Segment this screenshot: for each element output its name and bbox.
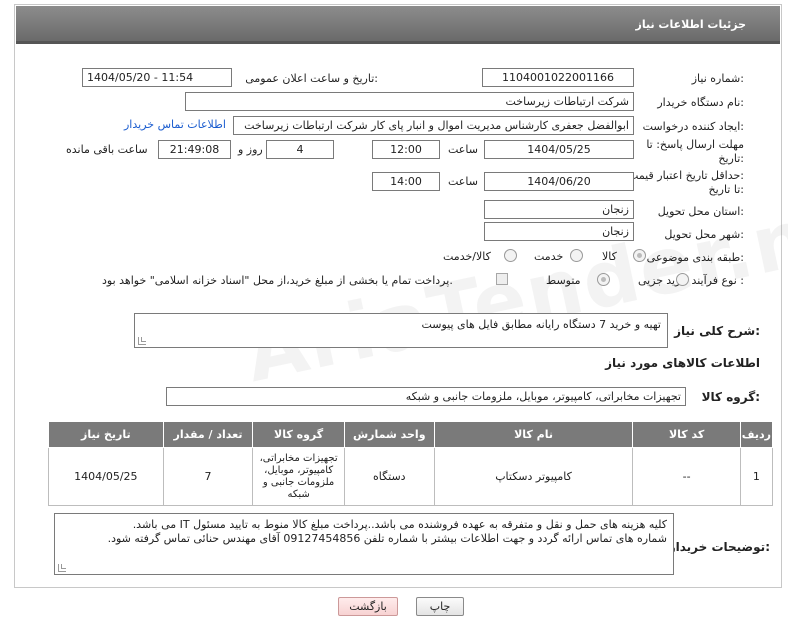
reply-date-field: 1404/05/25 bbox=[484, 140, 634, 159]
description-label: شرح کلی نیاز: bbox=[674, 324, 760, 338]
city-field: زنجان bbox=[484, 222, 634, 241]
treasury-payment-checkbox[interactable] bbox=[496, 273, 508, 285]
creator-label: ایجاد کننده درخواست: bbox=[642, 120, 744, 133]
goods-table: ردیف کد کالا نام کالا واحد شمارش گروه کا… bbox=[48, 421, 774, 506]
table-row: 1 -- کامپیوتر دسکتاپ دستگاه تجهیزات مخاب… bbox=[48, 447, 774, 506]
goods-group-label: گروه کالا: bbox=[701, 390, 760, 404]
city-label: شهر محل تحویل: bbox=[664, 228, 744, 241]
buyer-notes-label: توضیحات خریدار: bbox=[668, 540, 770, 554]
process-radio-medium[interactable] bbox=[597, 273, 610, 286]
goods-table-header: ردیف کد کالا نام کالا واحد شمارش گروه کا… bbox=[48, 421, 774, 448]
need-number-label: شماره نیاز: bbox=[691, 72, 744, 85]
col-code: کد کالا bbox=[632, 421, 741, 448]
category-radio-goods-service[interactable] bbox=[504, 249, 517, 262]
buyer-notes-line-1: کلیه هزینه های حمل و نقل و متفرقه به عهد… bbox=[132, 518, 667, 531]
price-time-label: ساعت bbox=[448, 175, 478, 188]
back-button[interactable]: بازگشت bbox=[338, 597, 398, 616]
creator-field: ابوالفضل جعفری کارشناس مدیریت اموال و ان… bbox=[233, 116, 634, 135]
category-option-goods-service: کالا/خدمت bbox=[443, 250, 491, 263]
goods-section-title: اطلاعات کالاهای مورد نیاز bbox=[605, 356, 760, 370]
province-label: استان محل تحویل: bbox=[657, 205, 744, 218]
goods-group-field: تجهیزات مخابراتی، کامپیوتر، موبایل، ملزو… bbox=[166, 387, 686, 406]
category-option-goods: کالا bbox=[602, 250, 617, 263]
price-date-field: 1404/06/20 bbox=[484, 172, 634, 191]
reply-deadline-label: مهلت ارسال پاسخ: تا bbox=[646, 138, 744, 151]
description-text: تهیه و خرید 7 دستگاه رایانه مطابق فایل ه… bbox=[421, 318, 661, 331]
price-time-field: 14:00 bbox=[372, 172, 440, 191]
panel-header: جزئیات اطلاعات نیاز bbox=[16, 6, 780, 44]
cell-unit: دستگاه bbox=[343, 447, 435, 506]
buyer-notes-line-2: شماره های تماس ارائه گردد و جهت اطلاعات … bbox=[107, 532, 667, 545]
buyer-field: شرکت ارتباطات زیرساخت bbox=[185, 92, 634, 111]
remaining-label: ساعت باقی مانده bbox=[66, 143, 148, 156]
process-option-minor: جزیی bbox=[638, 274, 664, 287]
category-radio-goods[interactable] bbox=[633, 249, 646, 262]
process-radio-minor[interactable] bbox=[676, 273, 689, 286]
category-radio-service[interactable] bbox=[570, 249, 583, 262]
category-label: طبقه بندی موضوعی: bbox=[646, 251, 744, 264]
cell-name: کامپیوتر دسکتاپ bbox=[433, 447, 634, 506]
col-unit: واحد شمارش bbox=[343, 421, 435, 448]
days-label: روز و bbox=[238, 143, 263, 156]
col-name: نام کالا bbox=[433, 421, 634, 448]
cell-date: 1404/05/25 bbox=[48, 447, 164, 506]
process-option-medium: متوسط bbox=[546, 274, 581, 287]
cell-group: تجهیزات مخابراتی، کامپیوتر، موبایل، ملزو… bbox=[252, 447, 345, 506]
price-validity-label: حداقل تاریخ اعتبار قیمت: bbox=[628, 169, 744, 182]
buyer-label: نام دستگاه خریدار: bbox=[657, 96, 744, 109]
col-qty: تعداد / مقدار bbox=[162, 421, 254, 448]
col-row: ردیف bbox=[739, 421, 774, 448]
buyer-notes-textarea: کلیه هزینه های حمل و نقل و متفرقه به عهد… bbox=[54, 513, 674, 575]
treasury-payment-note: پرداخت تمام یا بخشی از مبلغ خرید،از محل … bbox=[102, 274, 453, 287]
category-option-service: خدمت bbox=[534, 250, 564, 263]
cell-row: 1 bbox=[739, 447, 774, 506]
reply-time-label: ساعت bbox=[448, 143, 478, 156]
remaining-time-field: 21:49:08 bbox=[158, 140, 231, 159]
col-date: تاریخ نیاز bbox=[48, 421, 164, 448]
province-field: زنجان bbox=[484, 200, 634, 219]
description-textarea: تهیه و خرید 7 دستگاه رایانه مطابق فایل ه… bbox=[134, 313, 668, 348]
buyer-contact-link[interactable]: اطلاعات تماس خریدار bbox=[124, 118, 226, 131]
reply-time-field: 12:00 bbox=[372, 140, 440, 159]
resize-grip-icon[interactable] bbox=[138, 337, 146, 345]
cell-code: -- bbox=[632, 447, 741, 506]
reply-deadline-label-2: تاریخ: bbox=[718, 152, 744, 165]
announce-datetime-field: 1404/05/20 - 11:54 bbox=[82, 68, 232, 87]
panel-title: جزئیات اطلاعات نیاز bbox=[635, 18, 747, 31]
need-number-field: 1104001022001166 bbox=[482, 68, 634, 87]
days-field: 4 bbox=[266, 140, 334, 159]
announce-label: تاریخ و ساعت اعلان عمومی: bbox=[245, 72, 378, 85]
col-group: گروه کالا bbox=[252, 421, 345, 448]
price-validity-label-2: تا تاریخ: bbox=[708, 183, 744, 196]
cell-qty: 7 bbox=[162, 447, 254, 506]
resize-grip-icon[interactable] bbox=[58, 564, 66, 572]
print-button[interactable]: چاپ bbox=[416, 597, 464, 616]
